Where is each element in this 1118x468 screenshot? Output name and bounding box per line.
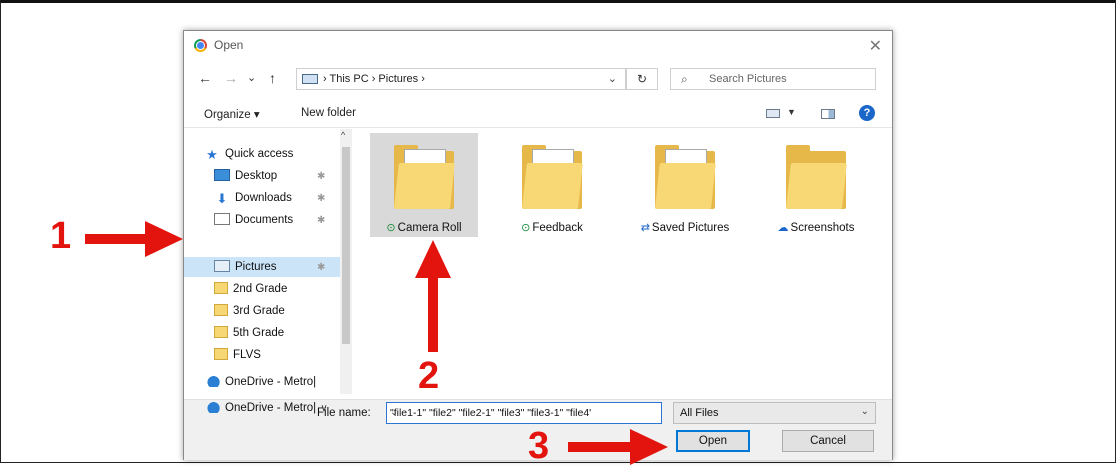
search-icon: ⌕	[681, 72, 688, 86]
sidebar-item-label: Pictures	[235, 261, 277, 273]
sidebar-item-label: 2nd Grade	[233, 283, 288, 295]
pin-icon: ✱	[317, 215, 326, 226]
folder-label: ⊙ Camera Roll	[386, 222, 462, 234]
folder-icon	[214, 348, 228, 360]
onedrive-shared-icon	[204, 401, 220, 413]
folder-icon	[214, 304, 228, 316]
open-dialog: Open ✕ ← → ⌄ ↑ › This PC › Pictures › ⌄ …	[183, 30, 893, 460]
folder-icon	[522, 145, 583, 209]
step-1-arrow	[85, 221, 183, 257]
step-1-label: 1	[50, 215, 72, 257]
cloud-icon: ☁	[777, 222, 789, 234]
sidebar-item-downloads[interactable]: ⬇ Downloads ✱	[214, 191, 326, 211]
chevron-down-icon[interactable]: ∨	[320, 403, 327, 414]
sidebar-item-onedrive-1[interactable]: OneDrive - Metro|	[204, 375, 316, 395]
sidebar-item-flvs[interactable]: FLVS	[214, 348, 261, 368]
organize-button[interactable]: Organize ▾	[204, 107, 260, 121]
folder-icon	[214, 326, 228, 338]
syncing-icon: ⇄	[640, 222, 650, 234]
sidebar-item-desktop[interactable]: Desktop ✱	[214, 169, 325, 189]
sidebar-item-label: FLVS	[233, 349, 261, 361]
sidebar-item-quick-access[interactable]: ★ Quick access	[204, 147, 293, 167]
sidebar-item-label: Documents	[235, 214, 294, 226]
sidebar-item-pictures[interactable]: Pictures ✱	[214, 260, 325, 280]
sidebar-scrollbar[interactable]: ^	[340, 129, 352, 394]
folder-icon	[786, 145, 847, 209]
refresh-button[interactable]: ↻	[626, 68, 658, 90]
folder-icon	[655, 145, 716, 209]
toolbar: Organize ▾ New folder ▼ ?	[184, 99, 892, 128]
download-icon: ⬇	[216, 191, 228, 206]
chevron-down-icon[interactable]: ⌄	[861, 406, 869, 417]
scroll-thumb[interactable]	[342, 147, 350, 344]
chrome-logo-icon	[194, 39, 207, 52]
view-options-icon[interactable]	[766, 109, 780, 118]
pin-icon: ✱	[317, 193, 326, 204]
folder-icon	[214, 282, 228, 294]
step-3-arrow	[568, 429, 668, 465]
folder-tile-feedback[interactable]: ⊙ Feedback	[498, 133, 606, 237]
sidebar-item-documents[interactable]: Documents ✱	[214, 213, 325, 233]
sync-ok-icon: ⊙	[386, 222, 396, 234]
title-bar: Open ✕	[184, 31, 892, 61]
navigation-pane: ★ Quick access Desktop ✱ ⬇ Downloads ✱ Doc…	[184, 129, 352, 394]
sidebar-item-label: OneDrive - Metro|	[225, 402, 317, 414]
forward-arrow-icon[interactable]: →	[224, 70, 238, 86]
back-arrow-icon[interactable]: ←	[198, 70, 212, 86]
address-row: ← → ⌄ ↑ › This PC › Pictures › ⌄ ↻ ⌕ Sea…	[184, 65, 892, 93]
file-name-field[interactable]: "file1-1" "file2" "file2-1" "file3" "fil…	[386, 402, 662, 424]
search-input[interactable]: ⌕ Search Pictures	[670, 68, 876, 90]
folder-tile-camera-roll[interactable]: ⊙ Camera Roll	[370, 133, 478, 237]
scroll-up-icon[interactable]: ^	[341, 130, 345, 140]
close-button[interactable]: ✕	[869, 36, 882, 56]
sidebar-item-label: Quick access	[225, 148, 294, 160]
folder-tile-screenshots[interactable]: ☁ Screenshots	[762, 133, 870, 237]
sidebar-item-label: Desktop	[235, 170, 278, 182]
sidebar-item-label: 5th Grade	[233, 327, 285, 339]
sync-ok-icon: ⊙	[521, 222, 531, 234]
new-folder-button[interactable]: New folder	[301, 107, 356, 119]
step-3-label: 3	[528, 425, 550, 467]
desktop-icon	[214, 169, 230, 181]
breadcrumb[interactable]: › This PC › Pictures ›	[323, 73, 425, 85]
folder-label: ⇄ Saved Pictures	[640, 222, 730, 234]
pin-icon: ✱	[317, 171, 326, 182]
search-placeholder: Search Pictures	[709, 73, 787, 85]
sidebar-item-3rd-grade[interactable]: 3rd Grade	[214, 304, 285, 324]
step-2-label: 2	[418, 355, 440, 397]
preview-pane-icon[interactable]	[821, 109, 835, 119]
sidebar-item-label: 3rd Grade	[233, 305, 285, 317]
dialog-title: Open	[214, 38, 244, 52]
sidebar-item-5th-grade[interactable]: 5th Grade	[214, 326, 284, 346]
star-icon: ★	[206, 147, 218, 162]
recent-locations-icon[interactable]: ⌄	[247, 71, 256, 84]
address-bar[interactable]: › This PC › Pictures › ⌄	[296, 68, 626, 90]
folder-tile-saved-pictures[interactable]: ⇄ Saved Pictures	[631, 133, 739, 237]
sidebar-item-label: OneDrive - Metro|	[225, 376, 317, 388]
help-icon[interactable]: ?	[859, 105, 875, 121]
chevron-down-icon[interactable]: ⌄	[608, 72, 617, 85]
pin-icon: ✱	[317, 262, 326, 273]
step-2-arrow	[415, 240, 451, 352]
sidebar-item-label: Downloads	[235, 192, 292, 204]
pictures-icon	[214, 260, 230, 272]
sidebar-item-2nd-grade[interactable]: 2nd Grade	[214, 282, 287, 302]
file-type-value: All Files	[680, 407, 719, 419]
cancel-button[interactable]: Cancel	[782, 430, 874, 452]
chevron-down-icon[interactable]: ⌄	[390, 407, 657, 418]
file-type-select[interactable]: All Files ⌄	[673, 402, 876, 424]
sidebar-item-onedrive-2[interactable]: OneDrive - Metro| ∨	[204, 401, 328, 421]
folder-label: ☁ Screenshots	[777, 222, 855, 234]
folder-label: ⊙ Feedback	[521, 222, 583, 234]
up-arrow-icon[interactable]: ↑	[269, 70, 276, 86]
view-caret-icon[interactable]: ▼	[787, 107, 796, 117]
onedrive-error-icon	[204, 375, 220, 387]
folder-icon	[394, 145, 455, 209]
documents-icon	[214, 213, 230, 225]
open-button[interactable]: Open	[676, 430, 750, 452]
this-pc-icon	[302, 74, 318, 84]
